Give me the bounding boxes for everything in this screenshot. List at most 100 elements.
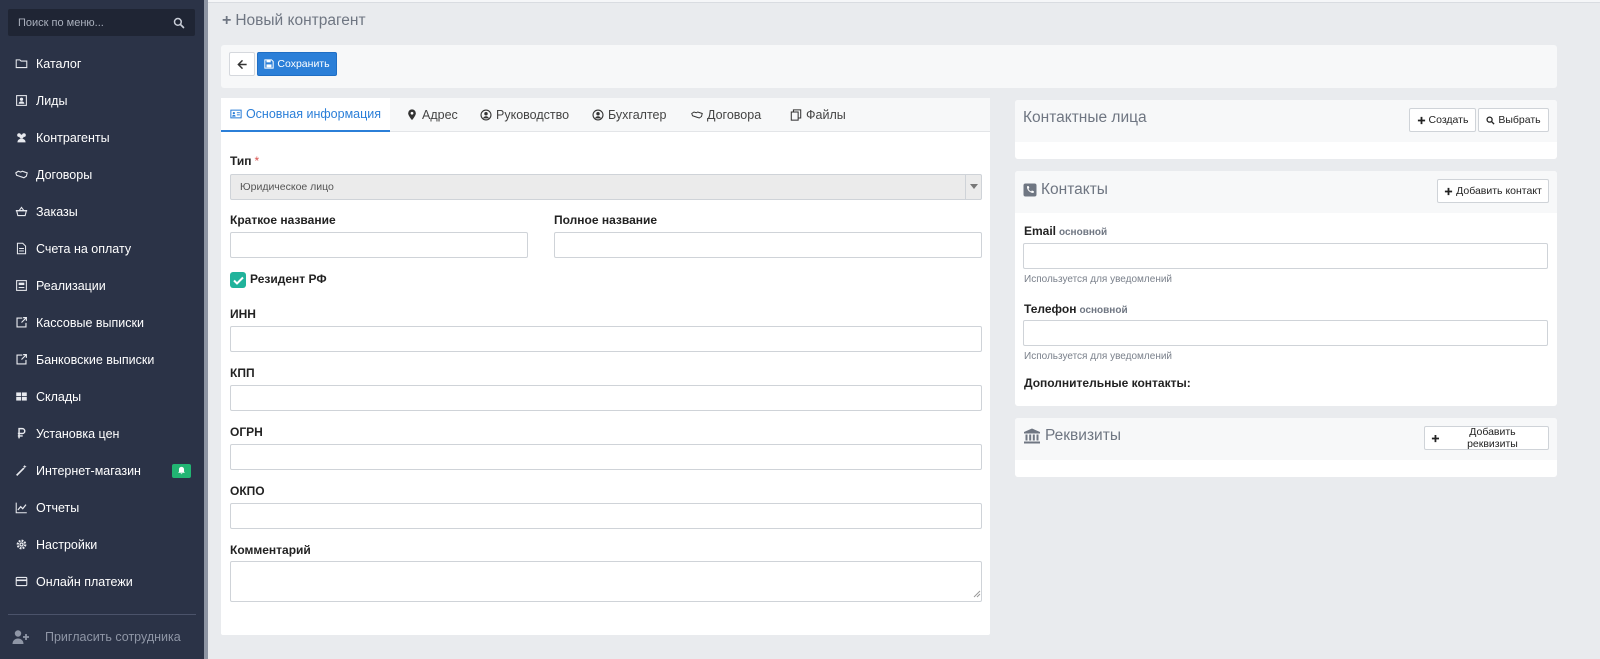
sidebar-item-warehouses[interactable]: Склады: [0, 378, 204, 415]
sidebar-item-label: Каталог: [36, 56, 82, 71]
resize-grip-icon[interactable]: [973, 590, 981, 598]
phone-icon: [1023, 183, 1037, 197]
sidebar-item-label: Настройки: [36, 537, 98, 552]
grid-icon: [14, 390, 28, 404]
sidebar-item-invoices[interactable]: Счета на оплату: [0, 230, 204, 267]
menu-search: [8, 9, 195, 36]
select-button-label: Выбрать: [1498, 114, 1541, 126]
sidebar-item-counterparties[interactable]: Контрагенты: [0, 119, 204, 156]
sidebar-item-label: Банковские выписки: [36, 352, 155, 367]
type-select[interactable]: Юридическое лицо: [230, 174, 982, 200]
add-user-icon: [12, 630, 29, 644]
email-label: Email основной: [1024, 224, 1107, 238]
add-contact-button[interactable]: Добавить контакт: [1437, 179, 1549, 203]
contacts-header: Контакты Добавить контакт: [1015, 171, 1557, 213]
tab-accountant[interactable]: Бухгалтер: [592, 98, 666, 132]
sidebar-item-bank-statements[interactable]: Банковские выписки: [0, 341, 204, 378]
create-contact-person-button[interactable]: Создать: [1409, 108, 1476, 132]
sidebar-divider: [8, 614, 196, 615]
search-icon[interactable]: [173, 17, 185, 29]
sidebar-item-contracts[interactable]: Договоры: [0, 156, 204, 193]
full-name-input[interactable]: [554, 232, 982, 258]
sidebar-item-label: Заказы: [36, 204, 78, 219]
sidebar-item-online-store[interactable]: Интернет-магазин: [0, 452, 204, 489]
okpo-input[interactable]: [230, 503, 982, 529]
tab-files[interactable]: Файлы: [790, 98, 846, 132]
user-circle-icon: [592, 109, 604, 121]
menu-search-input[interactable]: [18, 16, 173, 29]
page-title: + Новый контрагент: [222, 12, 366, 30]
magic-wand-icon: [14, 464, 28, 478]
back-button[interactable]: [229, 52, 255, 76]
sidebar-item-sales[interactable]: Реализации: [0, 267, 204, 304]
comment-label: Комментарий: [230, 543, 311, 557]
save-button[interactable]: Сохранить: [257, 52, 337, 76]
basket-icon: [14, 205, 28, 219]
short-name-input[interactable]: [230, 232, 528, 258]
search-icon: [1486, 115, 1495, 125]
sidebar-item-reports[interactable]: Отчеты: [0, 489, 204, 526]
phone-input[interactable]: [1023, 320, 1548, 346]
id-card-icon: [230, 109, 242, 119]
kpp-input[interactable]: [230, 385, 982, 411]
email-hint: Используется для уведомлений: [1024, 274, 1173, 285]
notification-badge: [172, 463, 191, 478]
id-card-icon: [14, 94, 28, 108]
arrow-left-icon: [236, 59, 247, 69]
okpo-label: ОКПО: [230, 484, 265, 498]
email-input[interactable]: [1023, 243, 1548, 269]
floppy-disk-icon: [264, 59, 275, 69]
save-button-label: Сохранить: [277, 58, 330, 70]
chevron-down-icon[interactable]: [965, 175, 981, 199]
phone-primary-tag: основной: [1079, 305, 1128, 316]
sidebar-item-cash-statements[interactable]: Кассовые выписки: [0, 304, 204, 341]
tab-contracts[interactable]: Договора: [691, 98, 761, 132]
comment-textarea[interactable]: [230, 561, 982, 602]
select-contact-person-button[interactable]: Выбрать: [1478, 108, 1549, 132]
sidebar-item-label: Склады: [36, 389, 82, 404]
tab-main-info[interactable]: Основная информация: [221, 98, 390, 132]
contacts-title-text: Контакты: [1041, 181, 1108, 198]
form-tabs: Основная информация Адрес Руководство Бу…: [221, 98, 990, 132]
sidebar-item-label: Реализации: [36, 278, 106, 293]
plus-icon: [1431, 434, 1440, 442]
plus-icon: +: [222, 12, 232, 29]
inn-input[interactable]: [230, 326, 982, 352]
resident-checkbox[interactable]: [230, 272, 246, 288]
sidebar-item-leads[interactable]: Лиды: [0, 82, 204, 119]
gear-icon: [14, 538, 28, 552]
sidebar-item-orders[interactable]: Заказы: [0, 193, 204, 230]
requisites-header: Реквизиты Добавить реквизиты: [1015, 418, 1557, 460]
register-icon: [14, 279, 28, 293]
additional-contacts-label: Дополнительные контакты:: [1024, 376, 1191, 390]
sidebar-item-settings[interactable]: Настройки: [0, 526, 204, 563]
sidebar-item-online-payments[interactable]: Онлайн платежи: [0, 563, 204, 600]
sidebar: Каталог Лиды Контрагенты Договоры Заказы…: [0, 0, 204, 659]
requisites-title: Реквизиты: [1023, 427, 1121, 445]
sidebar-item-label: Кассовые выписки: [36, 315, 144, 330]
sidebar-item-pricing[interactable]: Установка цен: [0, 415, 204, 452]
invite-employee-link[interactable]: Пригласить сотрудника: [12, 629, 181, 645]
tab-label: Договора: [707, 108, 762, 122]
tab-label: Основная информация: [245, 107, 382, 121]
user-circle-icon: [480, 109, 492, 121]
short-name-label: Краткое название: [230, 213, 336, 227]
sidebar-item-label: Контрагенты: [36, 130, 110, 145]
checkmark-icon: [232, 276, 244, 285]
add-requisites-button[interactable]: Добавить реквизиты: [1424, 426, 1549, 450]
resident-label: Резидент РФ: [250, 272, 327, 286]
requisites-panel: Реквизиты Добавить реквизиты: [1015, 418, 1557, 477]
tab-address[interactable]: Адрес: [406, 98, 458, 132]
sidebar-item-catalog[interactable]: Каталог: [0, 45, 204, 82]
contact-persons-title: Контактные лица: [1023, 109, 1147, 126]
sidebar-item-label: Установка цен: [36, 426, 120, 441]
export-icon: [14, 316, 28, 330]
sidebar-item-label: Договоры: [36, 167, 93, 182]
sidebar-item-label: Отчеты: [36, 500, 80, 515]
tab-management[interactable]: Руководство: [480, 98, 569, 132]
email-label-text: Email: [1024, 224, 1057, 238]
type-label: Тип *: [230, 154, 259, 168]
ogrn-input[interactable]: [230, 444, 982, 470]
sidebar-scrollbar[interactable]: [204, 0, 208, 659]
contacts-title: Контакты: [1023, 181, 1108, 199]
